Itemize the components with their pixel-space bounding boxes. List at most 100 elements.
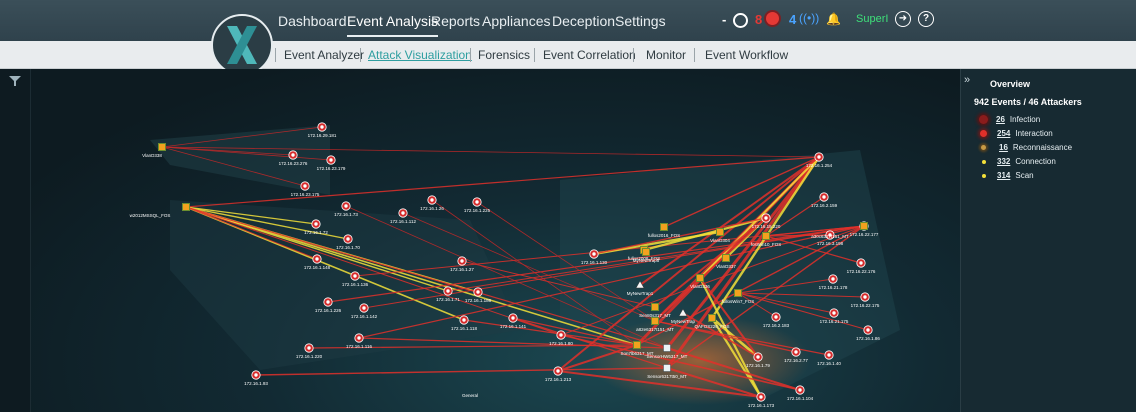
biohazard-core bbox=[756, 355, 760, 359]
nav-settings[interactable]: Settings bbox=[615, 13, 666, 29]
node-label: a30c6317t151_MT bbox=[811, 234, 849, 239]
windows-host-icon bbox=[660, 223, 668, 231]
nav-event-analysis[interactable]: Event Analysis bbox=[347, 13, 439, 37]
subnav-event-correlation[interactable]: Event Correlation bbox=[543, 48, 636, 62]
node-label: 172.16.1.130 bbox=[581, 260, 608, 265]
biohazard-core bbox=[556, 369, 560, 373]
biohazard-core bbox=[462, 318, 466, 322]
node-label: 172.16.1.112 bbox=[390, 219, 416, 224]
legend-item-scan[interactable]: 314 Scan bbox=[981, 171, 1034, 183]
node-label: 172.16.29.181 bbox=[308, 133, 337, 138]
legend-item-interaction[interactable]: 254 Interaction bbox=[977, 129, 1053, 141]
signal-waves-icon[interactable]: ((•)) bbox=[799, 11, 819, 25]
biohazard-core bbox=[859, 261, 863, 265]
node-label: 172.16.2.183 bbox=[763, 323, 790, 328]
legend-item-infection[interactable]: 26 Infection bbox=[974, 115, 1040, 127]
node-label: 172.16.1.26 bbox=[420, 206, 444, 211]
nav-deception[interactable]: Deception bbox=[552, 13, 615, 29]
attack-graph-canvas[interactable]: 172.16.29.181 172.16.23.276 172.16.23.179 1… bbox=[0, 69, 960, 412]
filter-icon[interactable] bbox=[8, 75, 22, 87]
node-label: fullosWin7_FOS bbox=[722, 299, 755, 304]
node-label: 172.16.21.178 bbox=[819, 285, 848, 290]
biohazard-core bbox=[307, 346, 311, 350]
subnav-event-workflow[interactable]: Event Workflow bbox=[705, 48, 788, 62]
subnav-monitor[interactable]: Monitor bbox=[646, 48, 686, 62]
nav-appliances[interactable]: Appliances bbox=[482, 13, 551, 29]
node-label: 172.16.22.175 bbox=[851, 303, 880, 308]
reconnaissance-icon bbox=[981, 145, 986, 151]
windows-host-icon bbox=[633, 341, 641, 349]
subnav-forensics[interactable]: Forensics bbox=[478, 48, 530, 62]
biohazard-core bbox=[346, 237, 350, 241]
legend-count: 314 bbox=[997, 171, 1011, 180]
biohazard-core bbox=[446, 289, 450, 293]
biohazard-core bbox=[827, 353, 831, 357]
windows-host-icon bbox=[651, 303, 659, 311]
infection-icon bbox=[979, 115, 988, 125]
legend-item-reconnaissance[interactable]: 16 Reconnaissance bbox=[979, 143, 1072, 155]
logout-icon[interactable]: ➜ bbox=[895, 11, 911, 27]
node-label: 172.16.2.159 bbox=[811, 203, 838, 208]
attacker-node[interactable]: 172.16.1.26 bbox=[420, 195, 444, 211]
node-label: VlanD304 bbox=[710, 238, 730, 243]
node-label: QAFOS226_FOS bbox=[694, 324, 729, 329]
windows-host-icon bbox=[651, 317, 659, 325]
node-label: VlanD338 bbox=[142, 153, 162, 158]
attack-graph[interactable]: 172.16.29.181 172.16.23.276 172.16.23.179 1… bbox=[0, 69, 960, 412]
host-node[interactable]: VlanD338 bbox=[142, 143, 166, 159]
alerts-count: 8 bbox=[755, 12, 763, 27]
legend-item-connection[interactable]: 332 Connection bbox=[981, 157, 1056, 169]
legend-count: 254 bbox=[997, 129, 1011, 138]
node-label: 172.16.1.104 bbox=[787, 396, 814, 401]
subnav-separator bbox=[694, 48, 695, 62]
events-summary: 942 Events / 46 Attackers bbox=[974, 97, 1082, 107]
biohazard-core bbox=[357, 336, 361, 340]
bell-icon[interactable]: 🔔 bbox=[826, 12, 841, 26]
node-label: 172.16.1.79 bbox=[746, 363, 770, 368]
node-label: 172.16.1.141 bbox=[500, 324, 527, 329]
node-label: Sensor6317t50_MT bbox=[647, 374, 687, 379]
nav-dashboard[interactable]: Dashboard bbox=[278, 13, 347, 29]
node-label: 172.16.15.220 bbox=[752, 224, 781, 229]
product-logo[interactable] bbox=[211, 14, 273, 76]
alerts-icon[interactable] bbox=[766, 12, 779, 25]
node-label: 172.16.1.72 bbox=[304, 230, 328, 235]
attacker-node[interactable]: 172.16.1.93 bbox=[244, 370, 268, 386]
node-label: 172.16.1.93 bbox=[244, 381, 268, 386]
node-label: 172.16.22.176 bbox=[847, 269, 876, 274]
subnav-separator bbox=[534, 48, 535, 62]
windows-host-icon bbox=[158, 143, 166, 151]
user-name[interactable]: SuperI bbox=[856, 13, 888, 25]
biohazard-core bbox=[320, 125, 324, 129]
node-label: 172.16.1.142 bbox=[351, 314, 378, 319]
biohazard-core bbox=[863, 295, 867, 299]
node-label: w2012MSSQL_FOS bbox=[130, 213, 171, 218]
pending-count: - bbox=[722, 12, 727, 27]
sensor-icon bbox=[663, 344, 671, 352]
interaction-icon bbox=[980, 130, 987, 138]
node-label: 172.16.1.148 bbox=[304, 265, 331, 270]
biohazard-core bbox=[460, 259, 464, 263]
attacker-node[interactable]: 172.16.1.73 bbox=[334, 201, 358, 217]
node-label: fullos2016_FOS bbox=[648, 233, 680, 238]
logo-x-icon bbox=[227, 26, 257, 64]
help-icon[interactable]: ? bbox=[918, 11, 934, 27]
subnav-event-analyzer[interactable]: Event Analyzer bbox=[284, 48, 364, 62]
pending-ring-icon[interactable] bbox=[733, 13, 748, 28]
biohazard-core bbox=[511, 316, 515, 320]
nav-reports[interactable]: Reports bbox=[431, 13, 480, 29]
biohazard-core bbox=[774, 315, 778, 319]
collapse-panel-icon[interactable]: » bbox=[964, 74, 970, 86]
attacker-node[interactable]: 172.16.1.225 bbox=[464, 197, 491, 213]
node-label: 172.16.23.276 bbox=[279, 161, 308, 166]
biohazard-core bbox=[759, 395, 763, 399]
subnav-attack-visualization[interactable]: Attack Visualization bbox=[368, 48, 472, 62]
node-label: 172.16.1.40 bbox=[817, 361, 841, 366]
node-label: 172.16.1.116 bbox=[346, 344, 372, 349]
biohazard-core bbox=[401, 211, 405, 215]
legend-count: 26 bbox=[996, 115, 1005, 124]
biohazard-core bbox=[764, 216, 768, 220]
biohazard-core bbox=[344, 204, 348, 208]
biohazard-core bbox=[832, 311, 836, 315]
node-label: 172.16.1.220 bbox=[296, 354, 323, 359]
